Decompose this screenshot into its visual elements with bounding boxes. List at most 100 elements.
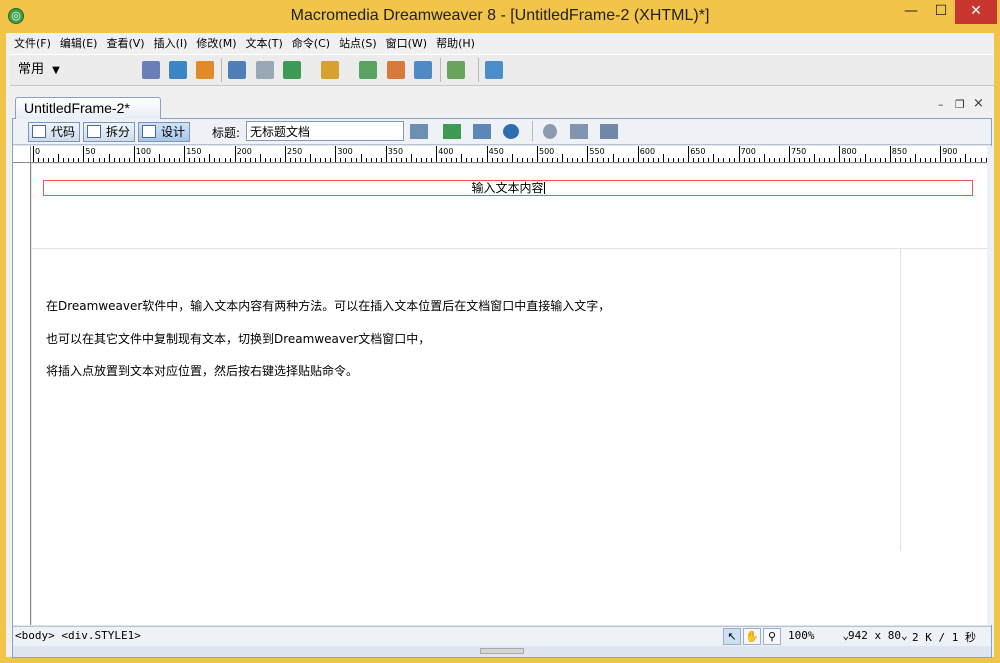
zoom-select[interactable]: 100% ⌄ [788,629,849,642]
comment-icon[interactable] [414,61,432,79]
ruler-tick [537,146,538,162]
ruler-minor-tick [819,158,821,162]
ruler-tick [789,146,790,162]
ruler-minor-tick [471,158,473,162]
image-icon[interactable] [283,61,301,79]
view-options-icon[interactable] [570,124,588,139]
ruler-tick-label: 800 [841,147,857,156]
tag-selector[interactable]: <body> <div.STYLE1> [15,629,141,642]
frame-border-line [32,248,987,249]
ruler-minor-tick [310,154,312,162]
ruler-minor-tick [647,158,649,162]
ruler-minor-tick [698,158,700,162]
table-icon[interactable] [228,61,246,79]
visual-aids-icon[interactable] [600,124,618,139]
zoom-tool-icon[interactable]: ⚲ [763,628,781,645]
ruler-minor-tick [703,158,705,162]
ruler-minor-tick [965,154,967,162]
window-size-select[interactable]: 942 x 80⌄ [848,629,908,642]
menu-text[interactable]: 文本(T) [243,35,289,51]
ruler-minor-tick [456,158,458,162]
ruler-minor-tick [955,158,957,162]
panel-collapse-handle[interactable] [480,648,524,654]
ruler-minor-tick [123,158,125,162]
ruler-minor-tick [239,158,241,162]
hyperlink-icon[interactable] [142,61,160,79]
ruler-minor-tick [668,158,670,162]
tag-chooser-icon[interactable] [485,61,503,79]
menu-view[interactable]: 查看(V) [104,35,151,51]
hand-tool-icon[interactable]: ✋ [743,628,761,645]
document-band [6,87,994,97]
ruler-minor-tick [290,158,292,162]
template-icon[interactable] [447,61,465,79]
preview-icon[interactable] [443,124,461,139]
menu-edit[interactable]: 编辑(E) [58,35,105,51]
ruler-minor-tick [375,158,377,162]
close-button[interactable]: ✕ [955,0,997,24]
ruler-minor-tick [204,158,206,162]
debug-icon[interactable] [473,124,491,139]
ruler-minor-tick [370,158,372,162]
design-view-button[interactable]: 设计 [138,122,190,142]
ruler-minor-tick [159,154,160,162]
menu-modify[interactable]: 修改(M) [194,35,243,51]
ruler-minor-tick [904,158,906,162]
server-include-icon[interactable] [387,61,405,79]
zoom-value: 100% [788,629,815,642]
ruler-minor-tick [804,158,806,162]
vertical-scrollbar[interactable] [987,146,992,625]
div-style1[interactable]: 输入文本内容 [43,180,973,196]
minimize-button[interactable]: — [896,0,926,24]
div-text: 输入文本内容 [471,181,544,195]
menu-file[interactable]: 文件(F) [12,35,58,51]
media-icon[interactable] [321,61,339,79]
menu-site[interactable]: 站点(S) [337,35,384,51]
layer-icon[interactable] [256,61,274,79]
ruler-minor-tick [209,154,211,162]
ruler-tick-label: 300 [337,147,353,156]
menu-insert[interactable]: 插入(I) [152,35,195,51]
ruler-tick-label: 550 [589,147,605,156]
ruler-tick-label: 350 [387,147,404,156]
ruler-minor-tick [365,158,367,162]
ruler-minor-tick [854,158,856,162]
text-cursor [543,182,545,194]
document-tab[interactable]: UntitledFrame-2* [15,97,161,119]
doc-close-button[interactable]: × [973,96,984,111]
ruler-minor-tick [174,158,176,162]
ruler-minor-tick [708,158,710,162]
ruler-minor-tick [627,158,629,162]
ruler-minor-tick [179,158,181,162]
select-tool-icon[interactable]: ↖ [723,628,741,645]
toolbar-divider [440,58,441,82]
menu-help[interactable]: 帮助(H) [434,35,482,51]
ruler-minor-tick [421,158,423,162]
date-icon[interactable] [359,61,377,79]
named-anchor-icon[interactable] [196,61,214,79]
refresh-icon[interactable] [543,124,557,139]
title-input[interactable] [246,121,404,141]
file-management-icon[interactable] [410,124,428,139]
code-view-button[interactable]: 代码 [28,122,80,142]
doc-minimize-button[interactable]: – [938,98,944,111]
ruler-minor-tick [915,154,916,162]
insert-category-select[interactable]: 常用 ▼ [18,60,78,80]
ruler-minor-tick [229,158,231,162]
design-canvas[interactable] [32,164,987,625]
ruler-minor-tick [330,158,332,162]
doc-restore-button[interactable]: ❐ [955,98,965,111]
split-view-icon [87,125,101,138]
email-link-icon[interactable] [169,61,187,79]
split-view-label: 拆分 [106,125,131,139]
ruler-minor-tick [53,158,55,162]
ruler-minor-tick [557,158,559,162]
validate-icon[interactable] [503,124,519,139]
menu-window[interactable]: 窗口(W) [384,35,434,51]
menu-commands[interactable]: 命令(C) [290,35,337,51]
split-view-button[interactable]: 拆分 [83,122,135,142]
maximize-button[interactable]: ☐ [927,0,955,24]
ruler-tick-label: 400 [438,147,454,156]
insert-category-label: 常用 [18,62,45,77]
ruler-tick [436,146,438,162]
